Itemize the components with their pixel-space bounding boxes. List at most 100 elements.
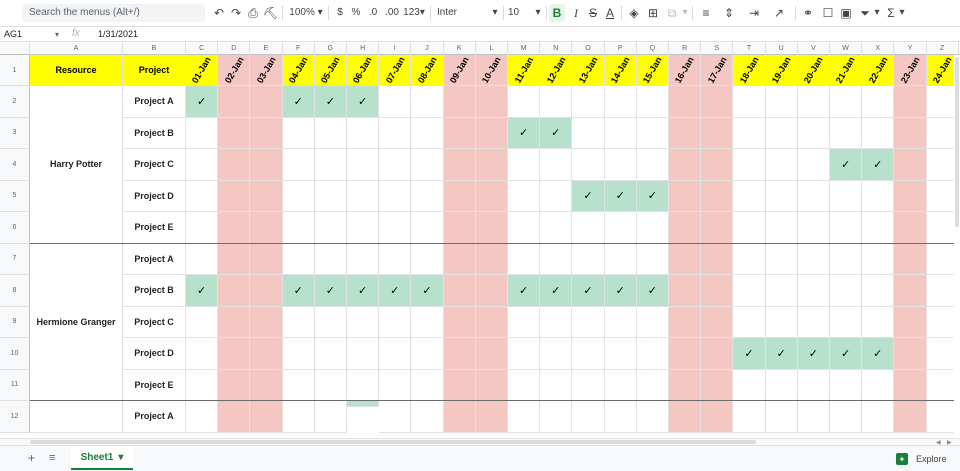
day-cell[interactable] [862,369,895,401]
day-cell[interactable] [733,149,766,181]
day-cell[interactable] [572,149,605,181]
assigned-cell[interactable]: ✓ [347,86,380,118]
assigned-cell[interactable]: ✓ [540,117,573,149]
day-cell[interactable] [540,180,573,212]
date-header[interactable]: 02-Jan [218,55,251,86]
assigned-cell[interactable]: ✓ [797,338,830,370]
date-header[interactable]: 12-Jan [540,55,573,86]
day-cell[interactable] [250,306,283,338]
date-header[interactable]: 18-Jan [733,55,766,86]
row-header[interactable]: 7 [0,243,30,275]
day-cell[interactable] [894,306,927,338]
day-cell[interactable] [282,401,315,433]
day-cell[interactable] [733,117,766,149]
day-cell[interactable] [830,212,863,244]
date-header[interactable]: 13-Jan [572,55,605,86]
day-cell[interactable] [894,180,927,212]
day-cell[interactable] [797,117,830,149]
day-cell[interactable] [926,338,954,370]
day-cell[interactable] [765,86,798,118]
day-cell[interactable] [411,180,444,212]
date-header[interactable]: 24-Jan [926,55,954,86]
day-cell[interactable] [411,369,444,401]
day-cell[interactable] [379,338,412,370]
day-cell[interactable] [475,401,508,433]
day-cell[interactable] [282,117,315,149]
day-cell[interactable] [347,338,380,370]
column-header[interactable]: R [669,42,702,55]
row-header[interactable]: 6 [0,212,30,244]
column-header[interactable]: T [733,42,766,55]
assigned-cell[interactable]: ✓ [862,149,895,181]
horizontal-scroll-thumb[interactable] [30,440,756,444]
filter-dropdown-icon[interactable]: ▾ [873,4,881,22]
date-header[interactable]: 14-Jan [604,55,637,86]
day-cell[interactable] [765,212,798,244]
day-cell[interactable] [218,243,251,275]
day-cell[interactable] [669,117,702,149]
column-header[interactable]: M [508,42,541,55]
merge-dropdown-icon[interactable]: ▾ [681,4,689,22]
day-cell[interactable] [926,401,954,433]
project-cell[interactable]: Project E [123,369,186,401]
day-cell[interactable] [733,275,766,307]
text-color-button[interactable]: A [603,4,617,22]
date-header[interactable]: 15-Jan [636,55,669,86]
italic-button[interactable]: I [569,4,583,22]
redo-icon[interactable]: ↷ [229,4,243,22]
column-header[interactable]: U [766,42,798,55]
assigned-cell[interactable]: ✓ [379,275,412,307]
assigned-cell[interactable]: ✓ [572,180,605,212]
day-cell[interactable] [282,149,315,181]
day-cell[interactable] [862,212,895,244]
day-cell[interactable] [572,243,605,275]
day-cell[interactable] [572,306,605,338]
column-header[interactable]: Z [927,42,959,55]
font-size-dropdown-icon[interactable]: ▾ [533,4,543,22]
date-header[interactable]: 01-Jan [186,55,219,86]
assigned-cell[interactable]: ✓ [282,275,315,307]
day-cell[interactable] [443,306,476,338]
borders-icon[interactable]: ⊞ [645,4,661,22]
search-menus-input[interactable]: Search the menus (Alt+/) [22,4,205,22]
day-cell[interactable] [765,149,798,181]
day-cell[interactable] [443,86,476,118]
wrap-text-icon[interactable]: ⇥ [745,4,763,22]
day-cell[interactable] [830,243,863,275]
assigned-cell[interactable]: ✓ [347,275,380,307]
day-cell[interactable] [540,401,573,433]
day-cell[interactable] [218,117,251,149]
row-header[interactable]: 2 [0,86,30,118]
day-cell[interactable] [475,243,508,275]
day-cell[interactable] [894,275,927,307]
day-cell[interactable] [701,369,734,401]
day-cell[interactable] [797,369,830,401]
day-cell[interactable] [604,338,637,370]
assigned-cell[interactable] [347,401,380,407]
date-header[interactable]: 03-Jan [250,55,283,86]
day-cell[interactable] [733,86,766,118]
day-cell[interactable] [765,369,798,401]
day-cell[interactable] [218,401,251,433]
project-cell[interactable]: Project D [123,180,186,212]
assigned-cell[interactable]: ✓ [636,275,669,307]
day-cell[interactable] [314,369,347,401]
functions-dropdown-icon[interactable]: ▾ [898,4,906,22]
day-cell[interactable] [894,149,927,181]
column-header[interactable]: H [347,42,380,55]
project-cell[interactable]: Project A [123,401,186,433]
column-header[interactable]: O [572,42,605,55]
day-cell[interactable] [475,86,508,118]
day-cell[interactable] [250,180,283,212]
row-header[interactable]: 8 [0,275,30,307]
day-cell[interactable] [250,86,283,118]
day-cell[interactable] [572,401,605,433]
day-cell[interactable] [186,401,219,433]
day-cell[interactable] [540,86,573,118]
insert-comment-icon[interactable]: ☐ [820,4,836,22]
day-cell[interactable] [862,401,895,433]
day-cell[interactable] [926,244,954,275]
date-header[interactable]: 05-Jan [314,55,347,86]
row-header[interactable]: 4 [0,149,30,181]
explore-button[interactable]: ✦ Explore [896,450,956,468]
